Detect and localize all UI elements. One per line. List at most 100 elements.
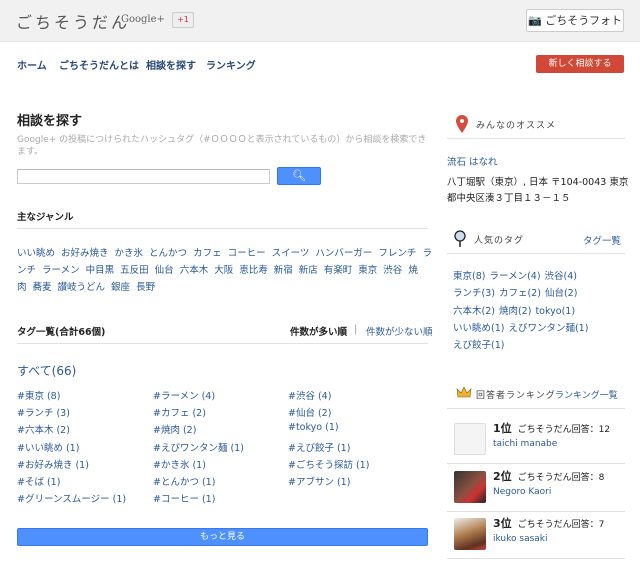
tag-link[interactable]: #渋谷 (4) — [288, 388, 331, 402]
genre-link[interactable]: お好み焼き — [61, 248, 109, 259]
genre-link[interactable]: 蕎麦 — [33, 282, 52, 293]
genre-link[interactable]: 新店 — [299, 265, 318, 276]
ranking-heading: 回答者ランキング — [476, 391, 556, 401]
popular-tag-row: いい眺め(1) えびワンタン麺(1) — [453, 320, 592, 334]
sort-most-link[interactable]: 件数が多い順 — [290, 324, 347, 338]
answer-count: ごちそうだん回答：8 — [517, 472, 605, 483]
user-name-link[interactable]: Negoro Kaori — [493, 487, 551, 497]
tag-link[interactable]: #アブサン (1) — [288, 474, 350, 488]
tag-link[interactable]: #とんかつ (1) — [153, 474, 215, 488]
tag-link[interactable]: #六本木 (2) — [17, 422, 70, 436]
popular-tag-row: えび餃子(1) — [453, 337, 508, 351]
tag-link[interactable]: #コーヒー (1) — [153, 491, 215, 505]
popular-tag-link[interactable]: 六本木(2) — [453, 306, 495, 317]
tag-link[interactable]: #グリーンスムージー (1) — [17, 491, 126, 505]
popular-tag-link[interactable]: えび餃子(1) — [453, 340, 504, 351]
logo-google-plus: Google+ — [121, 14, 165, 25]
genre-link[interactable]: 大阪 — [214, 265, 233, 276]
tag-link[interactable]: #かき氷 (1) — [153, 457, 206, 471]
genre-link[interactable]: とんかつ — [149, 248, 187, 259]
popular-tag-link[interactable]: カフェ(2) — [499, 288, 541, 299]
genre-link[interactable]: 銀座 — [111, 282, 130, 293]
genre-link[interactable]: 五反田 — [120, 265, 149, 276]
map-pin-icon — [455, 114, 469, 137]
tag-link[interactable]: #そば (1) — [17, 474, 60, 488]
genre-link[interactable]: 有楽町 — [324, 265, 353, 276]
recommend-address: 都中央区湊３丁目１３－１５ — [447, 193, 571, 204]
tag-link[interactable]: #えび餃子 (1) — [288, 440, 350, 454]
plusone-button[interactable]: +1 — [172, 12, 194, 28]
genre-link[interactable]: 新宿 — [274, 265, 293, 276]
popular-tag-row: 東京(8) ラーメン(4) 渋谷(4) — [453, 268, 581, 282]
nav-home[interactable]: ホーム — [17, 57, 47, 72]
rank-number: 3位 — [493, 517, 512, 530]
divider — [447, 138, 625, 139]
ranking-list-link[interactable]: ランキング一覧 — [555, 388, 618, 401]
recommend-name-link[interactable]: 流石 はなれ — [447, 154, 498, 168]
search-input[interactable] — [17, 169, 270, 184]
genre-link[interactable]: ラーメン — [42, 265, 80, 276]
search-icon: 🔍︎ — [292, 169, 306, 182]
genre-link[interactable]: 仙台 — [155, 265, 174, 276]
nav-search[interactable]: 相談を探す — [146, 57, 196, 72]
genre-link[interactable]: 恵比寿 — [239, 265, 268, 276]
divider — [447, 463, 625, 464]
popular-tag-link[interactable]: 焼肉(2) — [499, 306, 531, 317]
genre-link[interactable]: いい眺め — [17, 248, 55, 259]
popular-tag-link[interactable]: 仙台(2) — [545, 288, 577, 299]
genre-link[interactable]: 讃岐うどん — [58, 282, 106, 293]
genre-link[interactable]: 渋谷 — [383, 265, 402, 276]
popular-tag-link[interactable]: ラーメン(4) — [489, 271, 540, 282]
popular-tag-row: 六本木(2) 焼肉(2) tokyo(1) — [453, 303, 579, 317]
tag-link[interactable]: #ラーメン (4) — [153, 388, 215, 402]
avatar — [454, 518, 486, 550]
popular-tag-link[interactable]: えびワンタン麺(1) — [508, 323, 588, 334]
rank-number: 2位 — [493, 469, 512, 483]
camera-icon: 📷 — [528, 14, 542, 27]
logo[interactable]: ごちそうだん — [16, 9, 130, 33]
nav-ranking[interactable]: ランキング — [206, 57, 256, 72]
all-tags-link[interactable]: すべて(66) — [17, 362, 76, 379]
genre-link[interactable]: 東京 — [358, 265, 377, 276]
genre-link[interactable]: カフェ — [193, 248, 222, 259]
tag-link[interactable]: #仙台 (2) — [288, 405, 331, 419]
magnifier-icon — [454, 230, 466, 251]
tag-link[interactable]: #お好み焼き (1) — [17, 457, 89, 471]
tag-link[interactable]: #いい眺め (1) — [17, 440, 79, 454]
nav-about[interactable]: ごちそうだんとは — [59, 57, 139, 72]
popular-tags-heading: 人気のタグ — [474, 236, 525, 246]
tag-link[interactable]: #焼肉 (2) — [153, 422, 196, 436]
tag-link[interactable]: #えびワンタン麺 (1) — [153, 440, 244, 454]
search-button[interactable]: 🔍︎ — [277, 167, 321, 185]
popular-tag-link[interactable]: 東京(8) — [453, 271, 485, 282]
divider — [447, 253, 625, 254]
tag-link[interactable]: #ごちそう探訪 (1) — [288, 457, 369, 471]
page-description: Google+ の投稿につけられたハッシュタグ（#ＯＯＯＯと表示されているもの）… — [17, 135, 427, 157]
new-consultation-button[interactable]: 新しく相談する — [536, 55, 624, 73]
tag-list-link[interactable]: タグ一覧 — [583, 233, 621, 247]
header: ごちそうだん Google+ +1 📷 ごちそうフォト — [0, 0, 640, 42]
genre-link[interactable]: ハンバーガー — [315, 248, 372, 259]
genre-link[interactable]: 六本木 — [180, 265, 209, 276]
gochisou-photo-button[interactable]: 📷 ごちそうフォト — [526, 9, 624, 32]
genre-link[interactable]: スイーツ — [272, 248, 310, 259]
genre-link[interactable]: 中目黒 — [86, 265, 115, 276]
popular-tag-link[interactable]: tokyo(1) — [535, 306, 575, 317]
more-button[interactable]: もっと見る — [17, 528, 428, 546]
tag-link[interactable]: #東京 (8) — [17, 388, 60, 402]
tag-link[interactable]: #tokyo (1) — [288, 422, 339, 433]
tag-link[interactable]: #ランチ (3) — [17, 405, 70, 419]
tag-link[interactable]: #カフェ (2) — [153, 405, 206, 419]
genre-link[interactable]: かき氷 — [115, 248, 144, 259]
user-name-link[interactable]: ikuko sasaki — [493, 534, 548, 544]
genre-link[interactable]: 長野 — [136, 282, 155, 293]
popular-tag-link[interactable]: いい眺め(1) — [453, 323, 504, 334]
sort-least-link[interactable]: 件数が少ない順 — [366, 324, 433, 338]
user-name-link[interactable]: taichi manabe — [493, 439, 557, 449]
divider — [447, 558, 625, 559]
genre-link[interactable]: フレンチ — [378, 248, 416, 259]
genre-link[interactable]: コーヒー — [228, 248, 266, 259]
popular-tag-link[interactable]: 渋谷(4) — [545, 271, 577, 282]
popular-tag-link[interactable]: ランチ(3) — [453, 288, 495, 299]
ranking-entry: 3位 ごちそうだん回答：7 — [493, 515, 604, 531]
